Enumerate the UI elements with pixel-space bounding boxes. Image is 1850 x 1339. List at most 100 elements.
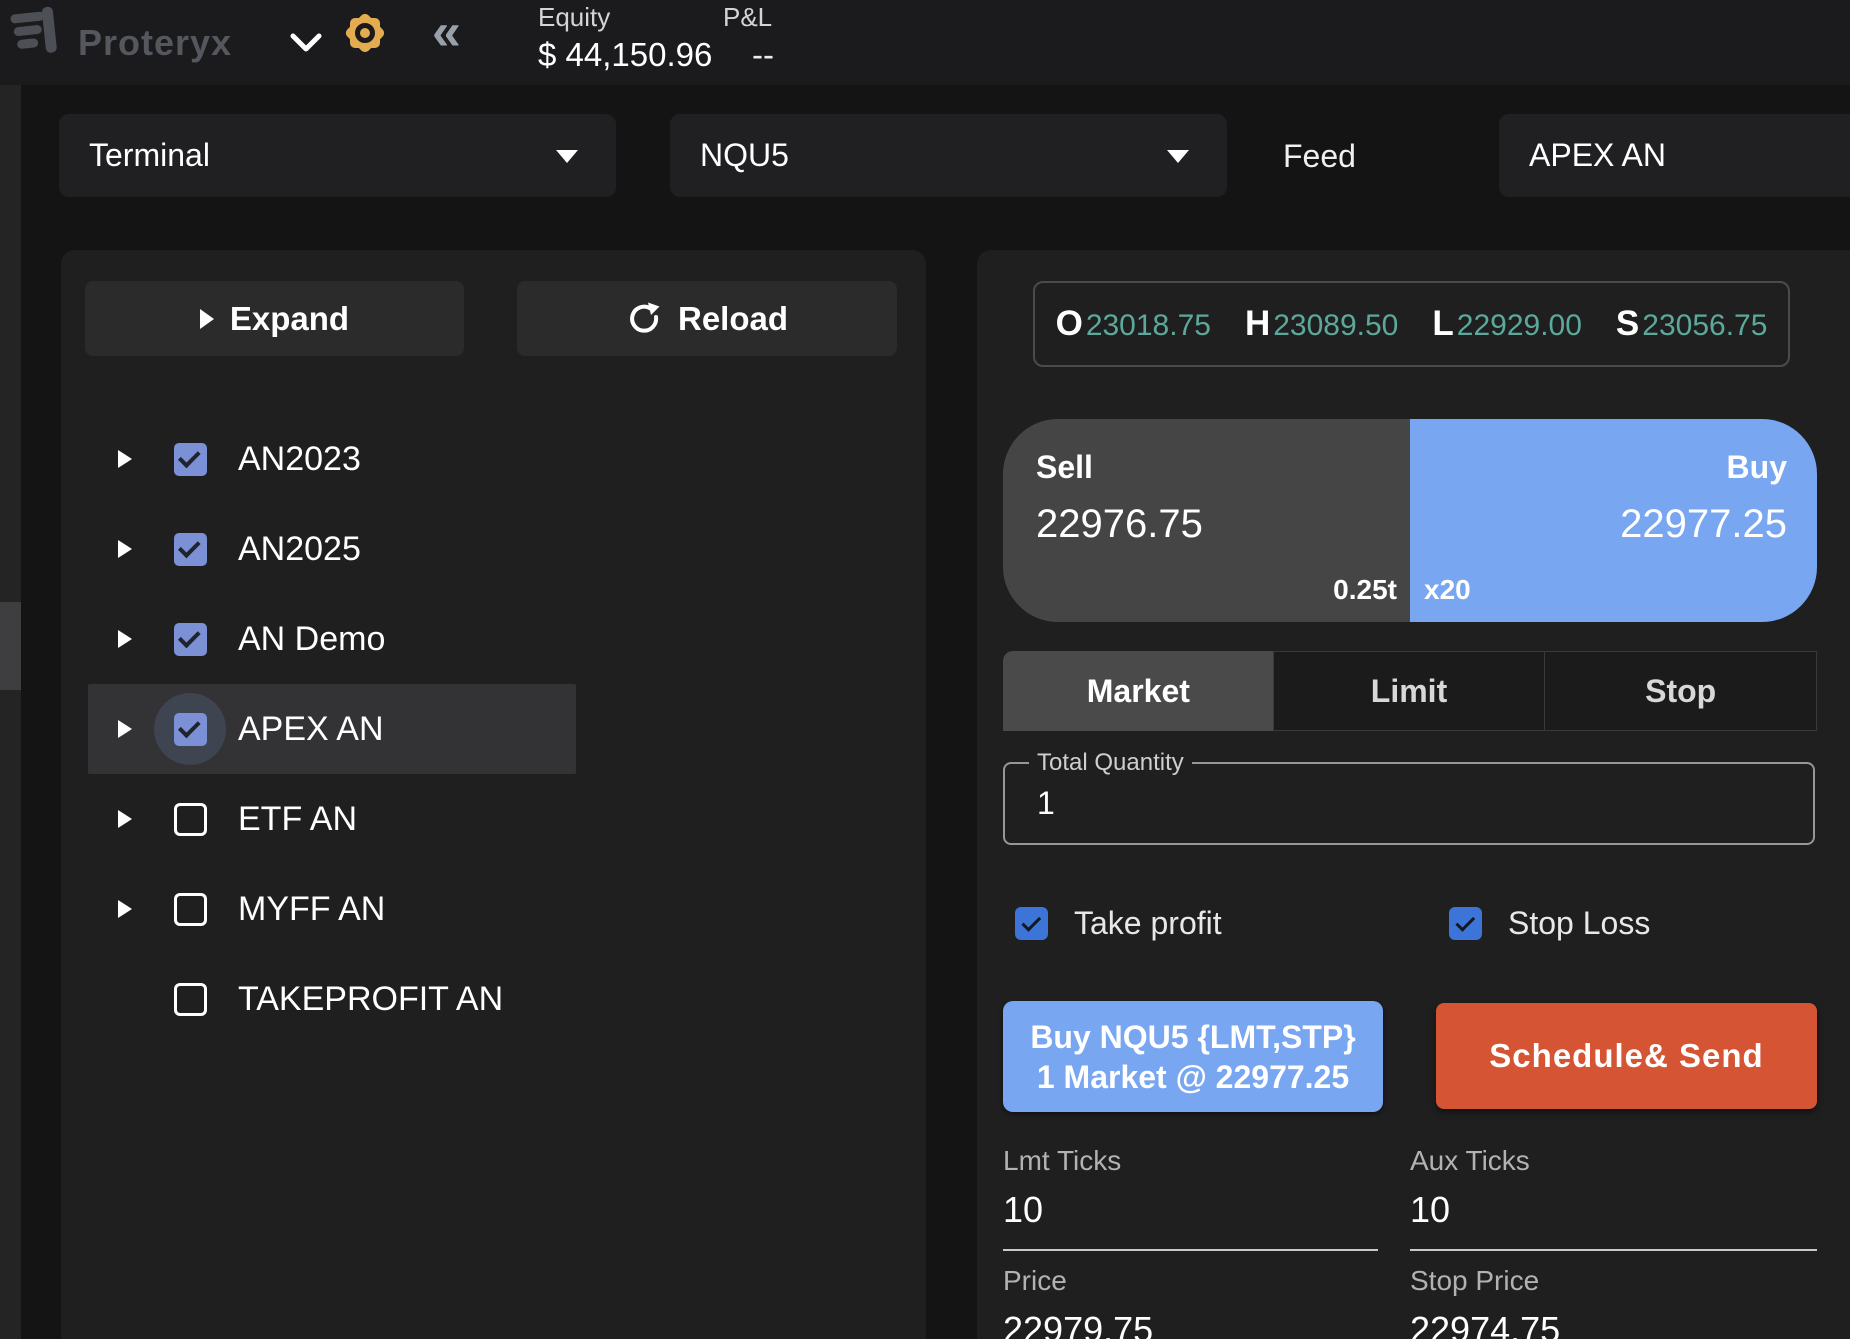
dropdown-caret-icon (1167, 150, 1189, 163)
account-tree-row[interactable]: APEX AN (88, 684, 576, 774)
equity-label: Equity (538, 2, 611, 32)
ohlc-value: 23018.75 (1085, 309, 1211, 342)
account-checkbox[interactable] (173, 532, 207, 566)
checkbox-halo (154, 423, 226, 495)
expand-button-label: Expand (229, 299, 350, 337)
stop-price-field[interactable]: Stop Price 22974.75 (1410, 1265, 1817, 1339)
reload-button-label: Reload (677, 299, 789, 337)
ohlc-pair: L 22929.00 (1432, 304, 1582, 344)
reload-button[interactable]: Reload (517, 281, 897, 356)
equity-value: $ 44,150.96 (538, 36, 713, 73)
checkbox-halo (154, 513, 226, 585)
account-tree-row[interactable]: AN2025 (88, 504, 576, 594)
order-type-tab[interactable]: Market (1003, 651, 1274, 731)
left-scrollbar[interactable] (0, 85, 21, 1339)
ohlc-key: S (1615, 304, 1640, 343)
account-tree-row[interactable]: MYFF AN (88, 864, 576, 954)
total-quantity-field: Total Quantity (1003, 749, 1815, 845)
ohlc-pair: O 23018.75 (1056, 304, 1211, 344)
stop-loss-checkbox[interactable] (1449, 907, 1482, 940)
scrollbar-thumb[interactable] (0, 602, 21, 690)
checkbox-halo (154, 783, 226, 855)
schedule-send-button[interactable]: Schedule& Send (1436, 1003, 1817, 1109)
account-tree-row[interactable]: AN Demo (88, 594, 576, 684)
account-checkbox[interactable] (173, 442, 207, 476)
theme-sun-icon[interactable] (341, 9, 389, 57)
account-checkbox[interactable] (173, 712, 207, 746)
topbar: Proteryx « Equity $ 44,150.96 P&L -- (0, 0, 1850, 85)
field-label: Stop Price (1410, 1265, 1540, 1296)
field-label: Lmt Ticks (1003, 1145, 1122, 1176)
buy-price: 22977.25 (1620, 502, 1787, 546)
module-select[interactable]: Terminal (59, 114, 616, 197)
tree-expand-arrow-icon[interactable] (118, 450, 132, 468)
buy-label: Buy (1726, 449, 1787, 485)
collapse-double-chevron-icon[interactable]: « (432, 2, 461, 62)
feed-select-value: APEX AN (1529, 137, 1666, 173)
account-label: AN Demo (238, 619, 386, 658)
account-checkbox[interactable] (173, 622, 207, 656)
ohlc-key: H (1244, 304, 1271, 343)
checkbox-halo (154, 873, 226, 945)
order-type-tabs: Market Limit Stop (1003, 651, 1818, 731)
ohlc-key: L (1432, 304, 1454, 343)
sell-price: 22976.75 (1036, 502, 1203, 546)
lmt-ticks-field[interactable]: Lmt Ticks 10 (1003, 1145, 1378, 1251)
stop-loss-toggle[interactable]: Stop Loss (1449, 905, 1650, 942)
reload-icon (630, 302, 660, 333)
tree-expand-arrow-icon[interactable] (118, 900, 132, 918)
symbol-select[interactable]: NQU5 (670, 114, 1227, 197)
checkbox-halo (154, 963, 226, 1035)
order-type-tab[interactable]: Stop (1544, 651, 1818, 731)
take-profit-label: Take profit (1074, 905, 1222, 941)
chevron-down-icon[interactable] (289, 33, 323, 53)
sell-button[interactable]: Sell 22976.75 0.25t (1003, 419, 1410, 622)
take-profit-toggle[interactable]: Take profit (1015, 905, 1222, 942)
account-label: AN2025 (238, 529, 361, 568)
account-tree-row[interactable]: AN2023 (88, 414, 576, 504)
price-ladder: Sell 22976.75 0.25t Buy 22977.25 x20 (1003, 419, 1817, 622)
total-quantity-input[interactable] (1037, 764, 1777, 843)
account-checkbox[interactable] (173, 982, 207, 1016)
submit-order-line1: Buy NQU5 {LMT,STP} (1030, 1018, 1356, 1055)
tree-expand-arrow-icon[interactable] (118, 720, 132, 738)
ohlc-key: O (1055, 304, 1083, 343)
take-profit-checkbox[interactable] (1015, 907, 1048, 940)
submit-order-button[interactable]: Buy NQU5 {LMT,STP} 1 Market @ 22977.25 (1003, 1001, 1383, 1112)
account-tree-row[interactable]: ETF AN (88, 774, 576, 864)
feed-select[interactable]: APEX AN (1499, 114, 1850, 197)
account-checkbox[interactable] (173, 892, 207, 926)
account-checkbox[interactable] (173, 802, 207, 836)
stop-loss-label: Stop Loss (1508, 905, 1651, 941)
field-value: 10 (1003, 1189, 1044, 1230)
feed-label: Feed (1283, 138, 1356, 174)
module-select-value: Terminal (89, 137, 210, 173)
app-window: Proteryx « Equity $ 44,150.96 P&L -- Ter… (0, 0, 1850, 1339)
account-label: AN2023 (238, 439, 361, 478)
symbol-select-value: NQU5 (700, 137, 789, 173)
account-label: TAKEPROFIT AN (238, 979, 504, 1018)
field-value: 22974.75 (1410, 1309, 1561, 1339)
tree-expand-arrow-icon[interactable] (118, 810, 132, 828)
pnl-value: -- (752, 36, 774, 73)
expand-button[interactable]: Expand (85, 281, 464, 356)
price-field[interactable]: Price 22979.75 (1003, 1265, 1378, 1339)
expand-triangle-icon (199, 308, 214, 329)
checkbox-halo (154, 693, 226, 765)
tree-expand-arrow-icon[interactable] (118, 540, 132, 558)
field-value: 22979.75 (1003, 1309, 1154, 1339)
pnl-label: P&L (723, 2, 773, 32)
aux-ticks-field[interactable]: Aux Ticks 10 (1410, 1145, 1817, 1251)
submit-order-line2: 1 Market @ 22977.25 (1036, 1058, 1350, 1095)
tree-expand-arrow-icon[interactable] (118, 630, 132, 648)
proteryx-logo-icon (10, 6, 57, 53)
accounts-panel: Expand Reload AN2023 AN2025 AN Demo APEX… (61, 250, 926, 1339)
brand-title: Proteryx (78, 22, 233, 63)
account-label: APEX AN (238, 709, 384, 748)
ohlc-pair: S 23056.75 (1616, 304, 1768, 344)
order-type-tab[interactable]: Limit (1272, 651, 1546, 731)
account-tree-row[interactable]: TAKEPROFIT AN (88, 954, 576, 1044)
account-label: MYFF AN (238, 889, 386, 928)
multiplier-value: x20 (1424, 574, 1471, 605)
buy-button[interactable]: Buy 22977.25 x20 (1410, 419, 1817, 622)
